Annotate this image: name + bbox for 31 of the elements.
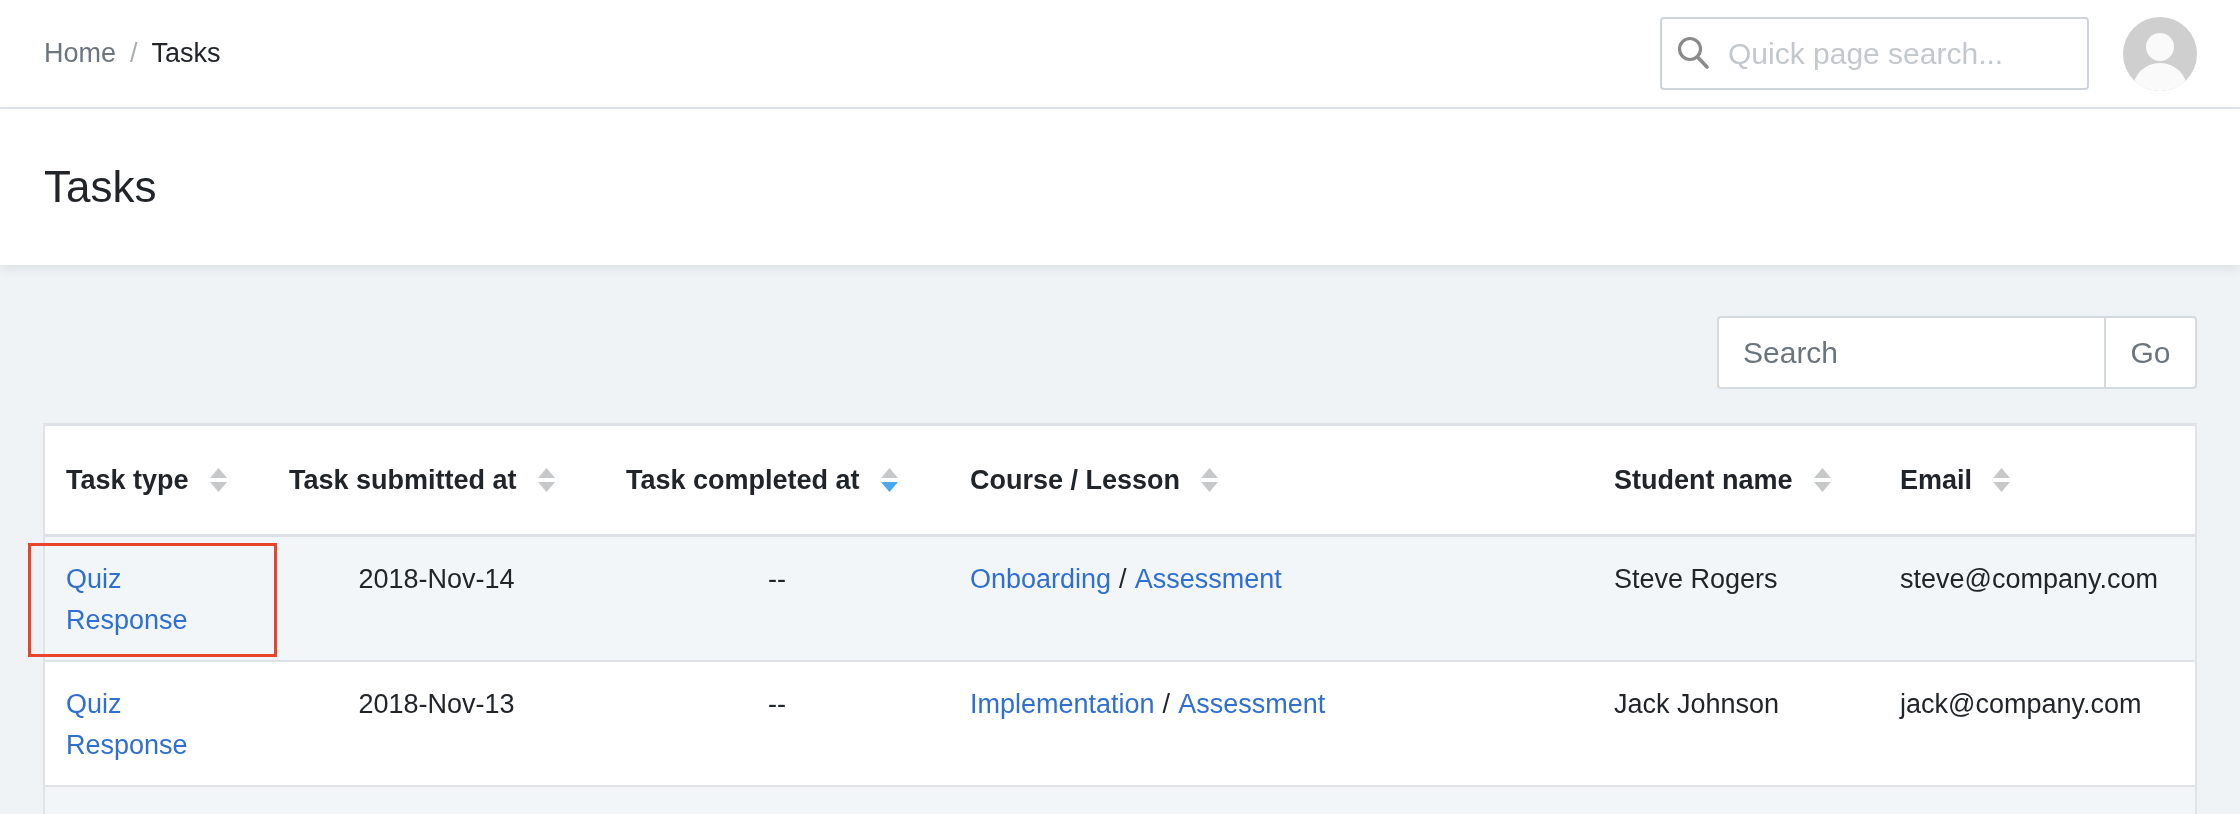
lesson-link[interactable]: Assessment: [1178, 689, 1326, 719]
quick-search-field[interactable]: Quick page search...: [1660, 17, 2089, 90]
column-header[interactable]: Course / Lesson: [949, 426, 1593, 534]
course-link[interactable]: Implementation: [970, 689, 1155, 719]
table-cell-text: 2018-Nov-14: [358, 563, 515, 596]
table-cell-text: jack@company.com: [1900, 688, 2142, 721]
go-button[interactable]: Go: [2104, 316, 2197, 389]
path-separator: /: [1119, 564, 1127, 594]
table-cell-text: --: [768, 563, 786, 596]
column-header[interactable]: Student name: [1593, 426, 1879, 534]
table-cell-text: steve@company.com: [1900, 563, 2158, 596]
task-type-link[interactable]: Quiz Response: [66, 684, 216, 766]
column-header[interactable]: Task type: [45, 426, 268, 534]
page-title: Tasks: [44, 160, 157, 213]
column-header[interactable]: Task submitted at: [268, 426, 605, 534]
user-avatar[interactable]: [2123, 16, 2197, 91]
lesson-link[interactable]: Assessment: [1134, 564, 1282, 594]
table-cell-text: --: [768, 688, 786, 721]
table-cell-text: 2018-Nov-13: [358, 688, 515, 721]
breadcrumb-separator: /: [130, 37, 138, 70]
breadcrumb-current: Tasks: [151, 37, 221, 70]
breadcrumb-link[interactable]: Home: [44, 37, 117, 70]
search-field[interactable]: Search: [1717, 316, 2104, 389]
column-header[interactable]: Email: [1879, 426, 2195, 534]
task-type-link[interactable]: Quiz Response: [66, 559, 216, 641]
column-header[interactable]: Task completed at: [605, 426, 949, 534]
search-icon: [1677, 36, 1709, 70]
table-cell-text: Steve Rogers: [1614, 563, 1778, 596]
table-cell-text: Jack Johnson: [1614, 688, 1780, 721]
path-separator: /: [1162, 689, 1171, 719]
course-link[interactable]: Onboarding: [970, 564, 1112, 594]
